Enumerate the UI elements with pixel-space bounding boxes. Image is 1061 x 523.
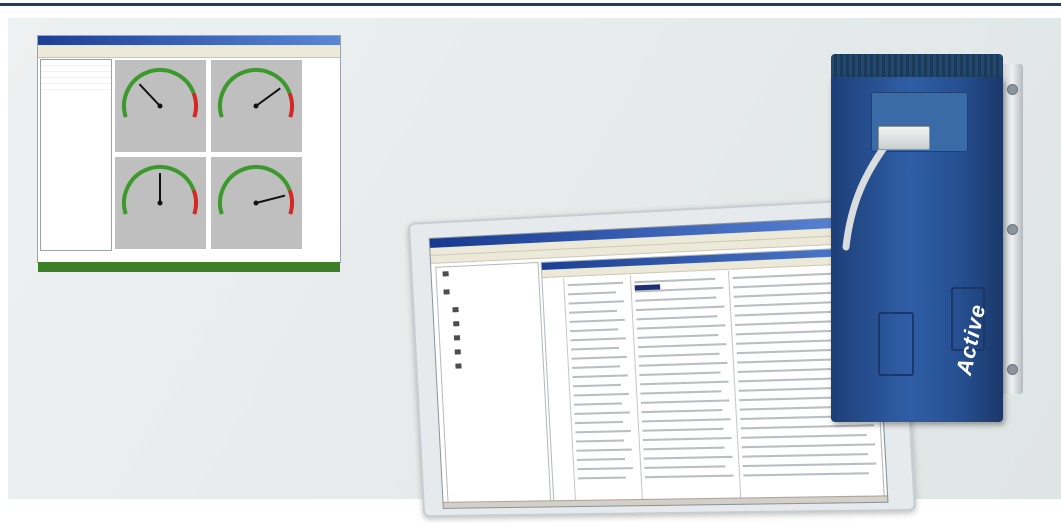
parameter-row	[643, 455, 733, 460]
parameter-row	[572, 383, 622, 388]
gauge-panel	[115, 157, 206, 249]
screenshot-taskbar	[38, 262, 340, 272]
parameter-row	[573, 392, 629, 397]
parameter-row	[575, 429, 631, 434]
parameter-row	[571, 365, 621, 369]
parameter-column	[565, 275, 643, 501]
gauge-dial	[122, 68, 198, 118]
usb-cable	[842, 138, 892, 251]
illustration: Active	[8, 18, 1061, 518]
parameter-row	[634, 277, 716, 284]
parameter-row	[575, 439, 625, 443]
parameter-row	[635, 296, 717, 302]
parameter-row	[577, 467, 633, 471]
gauge-hub	[253, 200, 259, 206]
gauge-arc-red	[191, 92, 198, 118]
parameter-row	[640, 390, 722, 395]
parameter-row	[643, 446, 725, 451]
parameter-row	[639, 371, 721, 377]
gauge-arc-green	[122, 165, 196, 215]
software-screenshot	[38, 36, 340, 272]
gauge-arc-red	[287, 189, 294, 215]
parameter-row	[644, 474, 734, 479]
gauge-arc-green	[218, 68, 292, 118]
usb-plug	[878, 126, 930, 150]
screenshot-parameter-list	[40, 59, 112, 251]
tree-item	[455, 363, 463, 371]
parameter-row	[567, 281, 623, 287]
gauge-hub	[157, 200, 163, 206]
parameter-row	[637, 333, 719, 339]
parameter-row	[571, 355, 627, 360]
parameter-row	[742, 462, 877, 468]
parameter-row	[740, 424, 875, 430]
gauge-dial	[218, 68, 294, 118]
gauge-arc-green	[218, 165, 292, 215]
laptop-screen	[428, 215, 889, 509]
parameter-row	[641, 408, 723, 414]
parameter-row	[574, 420, 624, 425]
tree-item	[453, 335, 462, 343]
parameter-row	[574, 411, 630, 415]
gauge-needle	[255, 87, 281, 107]
tree-item	[453, 321, 461, 329]
parameter-row	[637, 343, 727, 349]
laptop	[408, 197, 917, 523]
parameter-row	[570, 346, 620, 351]
gauge-dial	[218, 165, 294, 215]
gauge-grid	[113, 58, 338, 264]
top-rule	[0, 0, 1061, 6]
parameter-row	[644, 465, 726, 469]
gauge-panel	[211, 157, 302, 249]
parameter-row	[742, 453, 868, 458]
parameter-row	[636, 324, 726, 330]
parameter-row	[635, 305, 725, 312]
gauge-arc-red	[191, 189, 198, 215]
tree-item	[454, 349, 463, 357]
parameter-row	[576, 457, 625, 461]
parameter-row	[570, 328, 619, 333]
gauge-needle	[138, 83, 161, 107]
gauge-panel	[211, 60, 302, 152]
parameter-column	[631, 270, 742, 500]
gauge-arc-red	[287, 92, 294, 118]
parameter-row	[636, 315, 718, 321]
gauge-hub	[157, 103, 163, 109]
parameter-row	[741, 443, 876, 449]
parameter-row	[641, 418, 731, 423]
parameter-row	[576, 448, 632, 452]
parameter-row	[569, 309, 618, 314]
parameter-row	[638, 361, 728, 367]
parameter-row	[743, 472, 869, 477]
tree-item	[442, 271, 450, 279]
screenshot-title-bar	[38, 36, 340, 45]
gauge-arc-green	[122, 68, 196, 118]
gauge-needle	[255, 194, 286, 204]
parameter-row	[570, 337, 626, 342]
project-tree	[435, 261, 552, 506]
parameter-row	[642, 436, 732, 442]
screenshot-toolbar	[38, 51, 340, 58]
parameter-row	[741, 433, 867, 439]
parameter-row	[638, 352, 720, 358]
gauge-hub	[253, 103, 259, 109]
tree-item	[443, 289, 451, 297]
drive-unit: Active	[826, 42, 1036, 422]
parameter-row	[639, 380, 729, 386]
parameter-row	[569, 318, 625, 323]
parameter-row	[573, 402, 623, 406]
parameter-row	[577, 476, 626, 480]
parameter-row	[572, 374, 628, 379]
gauge-panel	[115, 60, 206, 152]
parameter-row	[568, 291, 617, 296]
front-panel	[878, 312, 914, 376]
parameter-row	[642, 427, 724, 432]
parameter-row	[640, 399, 730, 404]
gauge-dial	[122, 165, 198, 215]
tree-item	[452, 307, 460, 315]
parameter-row	[568, 300, 624, 305]
